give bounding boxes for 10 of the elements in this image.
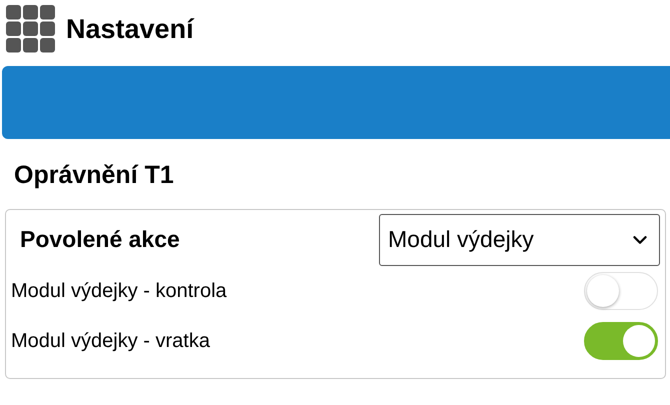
toggle-knob — [587, 274, 619, 306]
toggle-switch[interactable] — [584, 322, 658, 360]
toggle-knob — [623, 324, 655, 356]
apps-grid-icon[interactable] — [6, 5, 56, 53]
page-title: Nastavení — [66, 12, 194, 46]
module-select[interactable]: Modul výdejky — [379, 214, 660, 266]
toggle-label: Modul výdejky - kontrola — [11, 278, 227, 304]
field-label: Povolené akce — [20, 225, 180, 254]
toggle-label: Modul výdejky - vratka — [11, 328, 210, 354]
section-title: Oprávnění T1 — [14, 161, 174, 189]
